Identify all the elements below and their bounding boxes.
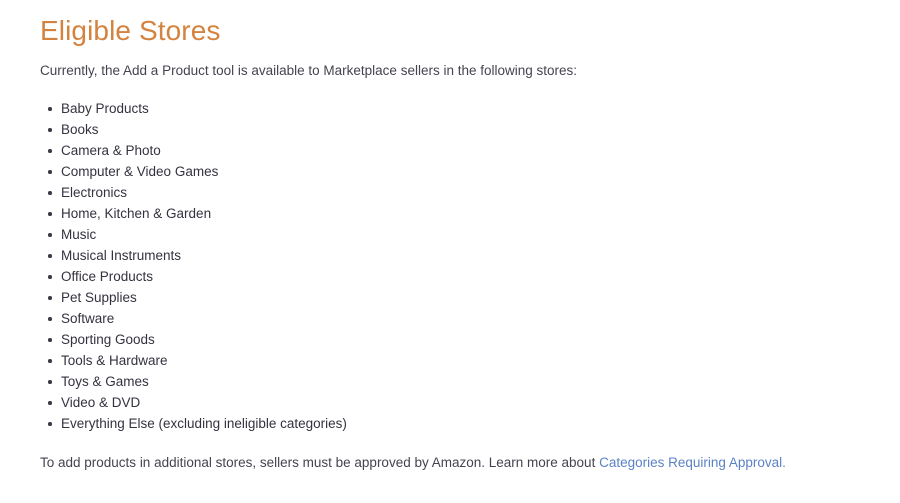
list-item: Everything Else (excluding ineligible ca… [40,413,860,434]
list-item: Tools & Hardware [40,350,860,371]
bullet-disc-icon [48,170,52,174]
categories-requiring-approval-link[interactable]: Categories Requiring Approval. [599,455,786,470]
bullet-disc-icon [48,212,52,216]
list-item: Pet Supplies [40,287,860,308]
list-item-label: Music [61,227,97,242]
bullet-disc-icon [48,380,52,384]
document-body: Eligible Stores Currently, the Add a Pro… [0,0,900,503]
bullet-disc-icon [48,275,52,279]
footer-note-text: To add products in additional stores, se… [40,455,600,470]
list-item: Home, Kitchen & Garden [40,203,860,224]
bullet-disc-icon [48,338,52,342]
list-item: Sporting Goods [40,329,860,350]
list-item: Baby Products [40,98,860,119]
list-item: Computer & Video Games [40,161,860,182]
list-item: Music [40,224,860,245]
bullet-disc-icon [48,128,52,132]
bullet-disc-icon [48,254,52,258]
bullet-disc-icon [48,359,52,363]
list-item-label: Baby Products [61,101,149,116]
bullet-disc-icon [48,149,52,153]
list-item: Video & DVD [40,392,860,413]
list-item: Books [40,119,860,140]
footer-note: To add products in additional stores, se… [40,434,860,471]
list-item-label: Pet Supplies [61,290,137,305]
bullet-disc-icon [48,233,52,237]
bullet-disc-icon [48,107,52,111]
list-item: Electronics [40,182,860,203]
list-item-label: Sporting Goods [61,332,155,347]
list-item-label: Tools & Hardware [61,353,168,368]
intro-paragraph: Currently, the Add a Product tool is ava… [40,63,578,78]
list-item-label: Books [61,122,99,137]
list-item: Camera & Photo [40,140,860,161]
eligible-stores-list: Baby Products Books Camera & Photo Compu… [40,79,860,434]
list-item-label: Home, Kitchen & Garden [61,206,212,221]
list-item: Musical Instruments [40,245,860,266]
list-item-label: Camera & Photo [61,143,161,158]
list-item: Office Products [40,266,860,287]
list-item: Toys & Games [40,371,860,392]
list-item-label: Electronics [61,185,128,200]
bullet-disc-icon [48,317,52,321]
list-item-label: Office Products [61,269,154,284]
list-item-label: Software [61,311,115,326]
list-item-label: Video & DVD [61,395,141,410]
bullet-disc-icon [48,422,52,426]
page-title: Eligible Stores [40,15,221,46]
list-item: Software [40,308,860,329]
bullet-disc-icon [48,401,52,405]
bullet-disc-icon [48,191,52,195]
list-item-label: Musical Instruments [61,248,182,263]
list-item-label: Toys & Games [61,374,149,389]
bullet-disc-icon [48,296,52,300]
list-item-label: Computer & Video Games [61,164,219,179]
list-item-label: Everything Else (excluding ineligible ca… [61,416,347,431]
